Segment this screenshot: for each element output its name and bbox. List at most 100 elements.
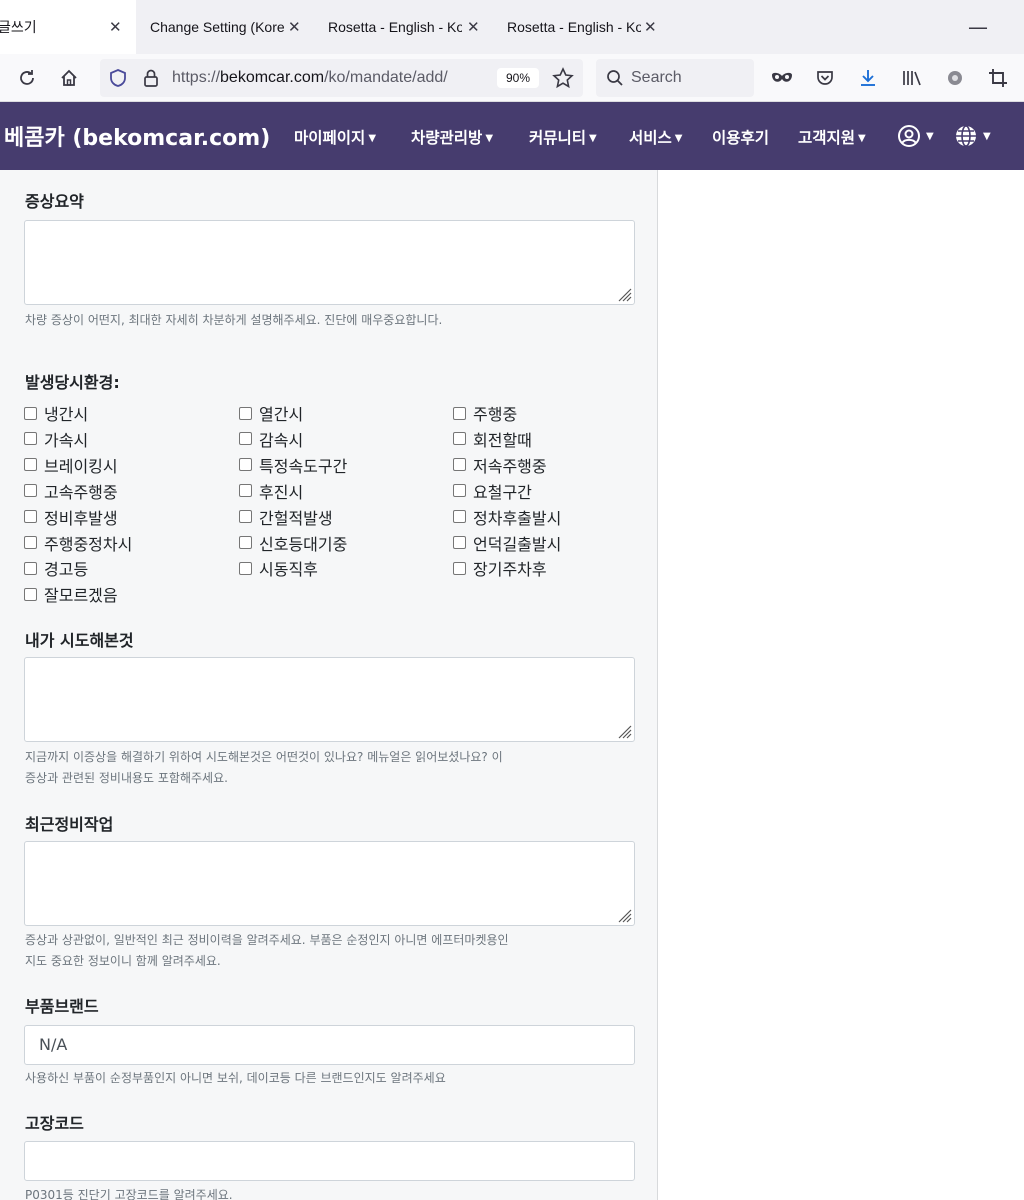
bookmark-star-icon[interactable] bbox=[552, 67, 574, 89]
search-box[interactable]: Search bbox=[596, 59, 754, 97]
checkbox-box[interactable] bbox=[24, 561, 37, 575]
menu-mypage[interactable]: 마이페이지 ▼ bbox=[294, 126, 376, 148]
checkbox-box[interactable] bbox=[453, 536, 466, 549]
zoom-level-button[interactable]: 90% bbox=[497, 68, 539, 88]
checkbox-box[interactable] bbox=[453, 432, 466, 446]
environment-checkbox[interactable]: 잘모르겠음 bbox=[24, 582, 118, 606]
resize-grip-icon[interactable] bbox=[616, 723, 632, 739]
resize-grip-icon[interactable] bbox=[616, 286, 632, 302]
menu-label: 마이페이지 bbox=[294, 129, 366, 147]
close-icon[interactable]: ✕ bbox=[644, 18, 657, 36]
tab-rosetta-1[interactable]: Rosetta - English - Ko ✕ bbox=[314, 0, 486, 54]
checkbox-box[interactable] bbox=[239, 536, 252, 549]
environment-checkbox[interactable]: 정비후발생 bbox=[24, 505, 118, 529]
environment-checkbox[interactable]: 브레이킹시 bbox=[24, 453, 118, 477]
attempts-textarea[interactable] bbox=[24, 657, 635, 742]
site-logo[interactable]: 베콤카 (bekomcar.com) bbox=[4, 120, 270, 152]
menu-car-management[interactable]: 차량관리방 ▼ bbox=[411, 126, 493, 148]
help-line: 증상과 관련된 정비내용도 포함해주세요. bbox=[25, 771, 228, 785]
reload-button[interactable] bbox=[14, 65, 40, 91]
environment-checkbox[interactable]: 회전할때 bbox=[453, 427, 532, 451]
checkbox-label: 브레이킹시 bbox=[44, 456, 118, 476]
help-line: 증상과 상관없이, 일반적인 최근 정비이력을 알려주세요. 부품은 순정인지 … bbox=[25, 933, 509, 947]
environment-checkbox[interactable]: 가속시 bbox=[24, 427, 88, 451]
tab-change-setting[interactable]: Change Setting (Kore ✕ bbox=[136, 0, 306, 54]
environment-checkbox[interactable]: 시동직후 bbox=[239, 556, 318, 580]
environment-checkbox[interactable]: 주행중 bbox=[453, 401, 517, 425]
home-button[interactable] bbox=[56, 65, 82, 91]
downloads-button[interactable] bbox=[855, 65, 881, 91]
menu-reviews[interactable]: 이용후기 bbox=[712, 126, 769, 148]
pocket-button[interactable] bbox=[812, 65, 838, 91]
minimize-window-button[interactable]: — bbox=[968, 15, 988, 39]
environment-checkbox[interactable]: 언덕길출발시 bbox=[453, 531, 561, 555]
fault-code-input[interactable] bbox=[24, 1141, 635, 1181]
checkbox-box[interactable] bbox=[453, 510, 466, 524]
menu-language[interactable]: ▼ bbox=[954, 124, 991, 148]
lock-icon[interactable] bbox=[142, 68, 160, 88]
url-path: /ko/mandate/add/ bbox=[324, 69, 448, 86]
extension-button[interactable] bbox=[942, 65, 968, 91]
screenshot-button[interactable] bbox=[985, 65, 1011, 91]
environment-checkbox[interactable]: 간헐적발생 bbox=[239, 505, 333, 529]
tab-write[interactable]: 글쓰기 ✕ bbox=[0, 0, 136, 54]
checkbox-box[interactable] bbox=[24, 536, 37, 549]
environment-checkbox[interactable]: 고속주행중 bbox=[24, 479, 118, 503]
private-mask-button[interactable] bbox=[769, 65, 795, 91]
environment-checkbox[interactable]: 열간시 bbox=[239, 401, 303, 425]
checkbox-box[interactable] bbox=[24, 432, 37, 446]
checkbox-box[interactable] bbox=[239, 458, 252, 472]
library-icon bbox=[903, 71, 921, 86]
checkbox-label: 회전할때 bbox=[473, 430, 532, 450]
environment-checkbox[interactable]: 주행중정차시 bbox=[24, 531, 132, 555]
address-bar[interactable]: https://bekomcar.com/ko/mandate/add/ 90% bbox=[100, 59, 583, 97]
environment-checkbox[interactable]: 후진시 bbox=[239, 479, 303, 503]
environment-checkbox[interactable]: 요철구간 bbox=[453, 479, 532, 503]
checkbox-box[interactable] bbox=[453, 458, 466, 472]
checkbox-box[interactable] bbox=[239, 432, 252, 446]
parts-brand-label: 부품브랜드 bbox=[25, 997, 99, 1016]
close-icon[interactable]: ✕ bbox=[109, 18, 122, 36]
close-icon[interactable]: ✕ bbox=[467, 18, 480, 36]
environment-checkbox[interactable]: 신호등대기중 bbox=[239, 531, 347, 555]
environment-label: 발생당시환경: bbox=[25, 373, 120, 392]
checkbox-box[interactable] bbox=[24, 406, 37, 420]
checkbox-box[interactable] bbox=[24, 484, 37, 498]
close-icon[interactable]: ✕ bbox=[288, 18, 301, 36]
menu-services[interactable]: 서비스 ▼ bbox=[629, 126, 682, 148]
recent-maintenance-textarea[interactable] bbox=[24, 841, 635, 926]
shield-icon[interactable] bbox=[108, 68, 128, 88]
checkbox-box[interactable] bbox=[239, 406, 252, 420]
environment-checkbox[interactable]: 냉간시 bbox=[24, 401, 88, 425]
resize-grip-icon[interactable] bbox=[616, 907, 632, 923]
menu-community[interactable]: 커뮤니티 ▼ bbox=[529, 126, 597, 148]
checkbox-box[interactable] bbox=[239, 561, 252, 575]
checkbox-label: 주행중정차시 bbox=[44, 534, 133, 554]
menu-support[interactable]: 고객지원 ▼ bbox=[798, 126, 866, 148]
checkbox-box[interactable] bbox=[239, 484, 252, 498]
environment-checkbox[interactable]: 장기주차후 bbox=[453, 556, 547, 580]
library-button[interactable] bbox=[899, 65, 925, 91]
parts-brand-input[interactable]: N/A bbox=[24, 1025, 635, 1065]
checkbox-label: 경고등 bbox=[44, 560, 89, 580]
environment-checkbox[interactable]: 감속시 bbox=[239, 427, 303, 451]
environment-checkbox[interactable]: 특정속도구간 bbox=[239, 453, 347, 477]
environment-checkbox[interactable]: 경고등 bbox=[24, 556, 88, 580]
checkbox-box[interactable] bbox=[453, 406, 466, 420]
menu-label: 차량관리방 bbox=[411, 129, 483, 147]
menu-account[interactable]: ▼ bbox=[897, 124, 934, 148]
url-text[interactable]: https://bekomcar.com/ko/mandate/add/ bbox=[172, 69, 448, 87]
gear-icon bbox=[948, 71, 962, 85]
checkbox-box[interactable] bbox=[24, 587, 37, 601]
menu-label: 서비스 bbox=[629, 129, 672, 147]
checkbox-box[interactable] bbox=[239, 510, 252, 524]
checkbox-box[interactable] bbox=[453, 484, 466, 498]
checkbox-box[interactable] bbox=[24, 458, 37, 472]
checkbox-box[interactable] bbox=[453, 561, 466, 575]
environment-checkbox[interactable]: 정차후출발시 bbox=[453, 505, 561, 529]
environment-checkbox[interactable]: 저속주행중 bbox=[453, 453, 547, 477]
tab-rosetta-2[interactable]: Rosetta - English - Ko ✕ bbox=[493, 0, 665, 54]
checkbox-box[interactable] bbox=[24, 510, 37, 524]
symptom-summary-textarea[interactable] bbox=[24, 220, 635, 305]
checkbox-label: 열간시 bbox=[259, 405, 304, 424]
